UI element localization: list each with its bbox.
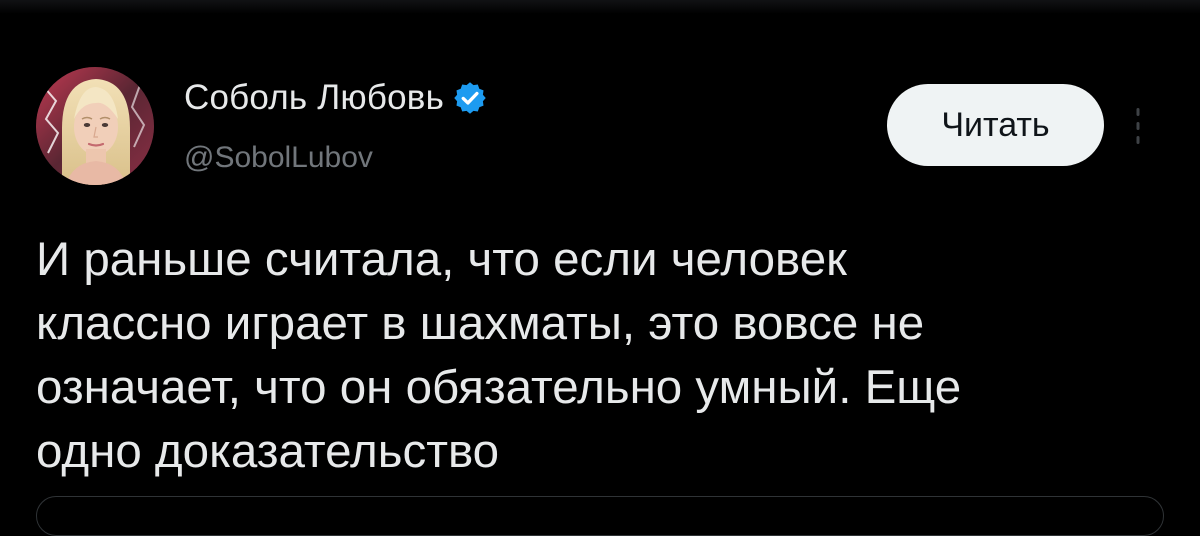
author-name-row[interactable]: Соболь Любовь [184,74,488,122]
handle[interactable]: @SobolLubov [184,141,373,175]
more-vertical-icon[interactable] [1128,104,1148,148]
verified-badge-icon [452,80,488,116]
tweet-card: Соболь Любовь @SobolLubov Читать И раньш… [0,0,1200,536]
follow-button[interactable]: Читать [887,84,1104,166]
tweet-text: И раньше считала, что если человек класс… [36,233,962,478]
display-name[interactable]: Соболь Любовь [184,78,444,118]
avatar[interactable] [36,67,154,185]
media-card-edge[interactable] [36,496,1164,536]
avatar-image [36,67,154,185]
